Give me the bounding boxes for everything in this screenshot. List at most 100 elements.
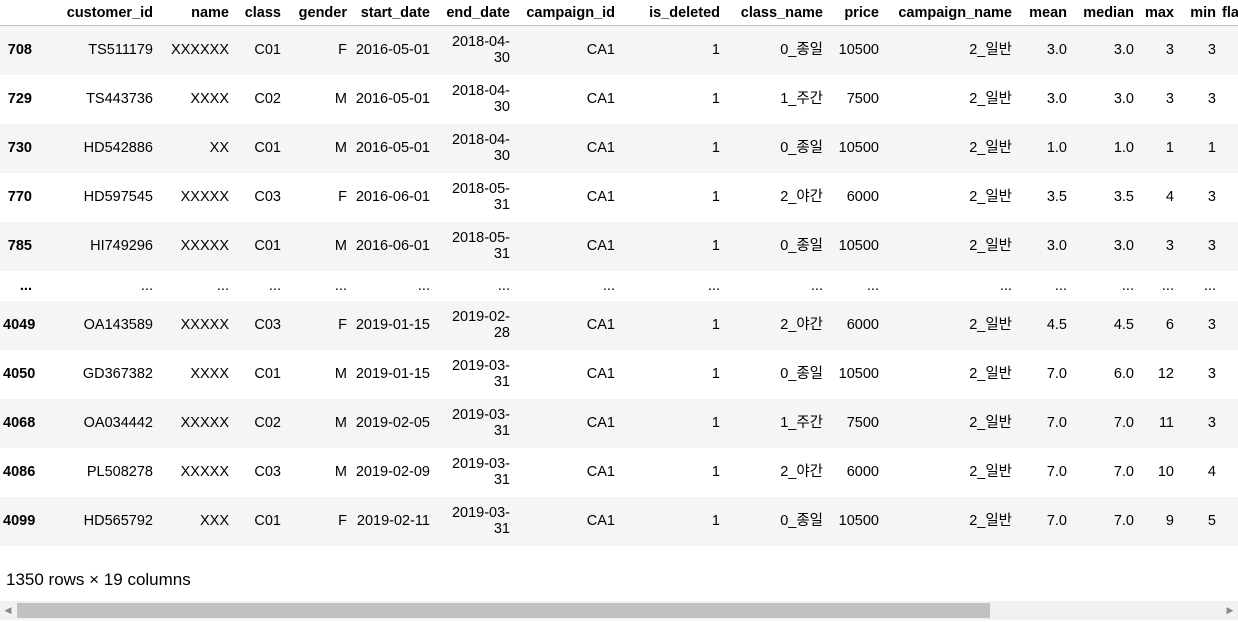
table-cell: 1_주간 (780, 415, 823, 431)
table-cell: C02 (254, 91, 281, 107)
table-cell: CA1 (586, 415, 615, 431)
column-header: price (826, 0, 882, 26)
table-cell: XXXXX (180, 415, 229, 431)
table-cell: OA143589 (83, 317, 153, 333)
table-cell: ... (1054, 277, 1067, 294)
table-cell: 4.5 (1046, 317, 1067, 333)
table-cell: HI749296 (90, 238, 153, 254)
table-cell: XXXXX (180, 464, 229, 480)
table-cell: 3 (1207, 366, 1216, 382)
table-cell: HD597545 (83, 189, 153, 205)
table-cell: 1 (711, 238, 720, 254)
table-cell: 2_일반 (969, 189, 1012, 205)
table-cell: ... (334, 277, 347, 294)
table-cell: 3.0 (1046, 42, 1067, 59)
table-cell: 7.0 (1113, 513, 1134, 529)
dataframe-table: customer_id name class gender start_date end_… (0, 0, 1238, 546)
table-cell: 12 (1157, 366, 1174, 382)
column-header: is_deleted (618, 0, 723, 26)
table-cell: C01 (254, 238, 281, 254)
table-cell: TS511179 (88, 42, 153, 59)
table-cell: 3.0 (1046, 91, 1067, 107)
column-header: gender (284, 0, 350, 26)
table-cell: PL508278 (86, 464, 153, 480)
table-cell: ... (707, 277, 720, 294)
table-row: 730 HD542886 XX C01 M 2016-05-01 2018-04-30 CA1… (0, 123, 1238, 173)
table-cell: XXXXX (180, 189, 229, 205)
table-cell: 6 (1165, 317, 1174, 333)
table-cell: 1_주간 (780, 91, 823, 107)
table-cell: 2019-03-31 (451, 505, 510, 537)
table-cell: CA1 (586, 238, 615, 254)
table-cell: CA1 (586, 464, 615, 480)
table-cell: 1.0 (1046, 140, 1067, 156)
table-cell: 2019-03-31 (451, 407, 510, 439)
table-cell: C01 (254, 140, 281, 156)
table-cell: 0_종일 (780, 238, 823, 254)
table-cell: M (334, 140, 347, 156)
table-cell: 2018-04-30 (451, 34, 510, 67)
table-cell: 2016-06-01 (355, 238, 430, 254)
column-header: median (1070, 0, 1137, 26)
table-cell: ... (417, 277, 430, 294)
table-cell: 1 (1207, 140, 1216, 156)
table-cell: 1 (711, 464, 720, 480)
table-cell: M (334, 415, 347, 431)
table-cell: 2018-05-31 (451, 181, 510, 213)
table-cell: 10500 (838, 140, 879, 156)
row-index: 729 (7, 91, 32, 107)
table-cell: 1.0 (1113, 140, 1134, 156)
column-header: end_date (433, 0, 513, 26)
table-cell: 3 (1207, 238, 1216, 254)
table-cell: 1 (711, 317, 720, 333)
table-cell: 2_야간 (780, 317, 823, 333)
table-cell: F (338, 42, 347, 59)
table-cell: 3.0 (1113, 42, 1134, 59)
table-cell: 2016-05-01 (355, 140, 430, 156)
table-cell: 11 (1158, 415, 1174, 431)
table-cell: ... (1121, 277, 1134, 294)
table-cell: 0_종일 (780, 42, 823, 59)
table-cell: XXXXX (180, 317, 229, 333)
row-index: ... (19, 277, 32, 294)
table-cell: 1 (711, 42, 720, 59)
row-index: 4086 (3, 464, 36, 480)
table-cell: 6.0 (1113, 366, 1134, 382)
scrollbar-thumb[interactable] (17, 603, 990, 618)
table-cell: 2_일반 (969, 366, 1012, 382)
table-cell: CA1 (586, 91, 615, 107)
table-row: 4086 PL508278 XXXXX C03 M 2019-02-09 2019-03-3… (0, 448, 1238, 497)
table-cell: XXXXX (180, 238, 229, 254)
table-cell: HD565792 (83, 513, 153, 529)
table-cell: 0_종일 (780, 513, 823, 529)
table-header-row: customer_id name class gender start_date end_… (0, 0, 1238, 26)
table-cell: XX (209, 140, 229, 156)
table-cell: 7.0 (1046, 366, 1067, 382)
column-header: campaign_id (513, 0, 618, 26)
table-cell: C01 (254, 513, 281, 529)
table-cell: 2018-05-31 (451, 230, 510, 262)
table-cell: ... (1203, 277, 1216, 294)
row-index: 785 (7, 238, 32, 254)
table-cell: 7.0 (1113, 464, 1134, 480)
column-header: name (156, 0, 232, 26)
table-cell (1219, 222, 1238, 271)
table-cell: 2_일반 (969, 513, 1012, 529)
table-cell: 3.5 (1113, 189, 1134, 205)
column-header: fla (1219, 0, 1238, 26)
table-cell: C01 (254, 42, 281, 59)
table-cell: 1 (711, 91, 720, 107)
table-cell: F (338, 513, 347, 529)
table-cell: TS443736 (86, 91, 153, 107)
table-cell: CA1 (586, 140, 615, 156)
table-cell (1219, 448, 1238, 497)
table-cell: 3.0 (1113, 91, 1134, 107)
horizontal-scrollbar[interactable]: ◀ ▶ (0, 601, 1238, 620)
table-cell (1219, 271, 1238, 301)
table-cell: ... (268, 277, 281, 294)
scroll-left-arrow-icon[interactable]: ◀ (2, 605, 14, 616)
table-cell: 1 (711, 140, 720, 156)
scroll-right-arrow-icon[interactable]: ▶ (1224, 605, 1236, 616)
table-cell: 10 (1157, 464, 1174, 480)
table-cell: M (334, 238, 347, 254)
